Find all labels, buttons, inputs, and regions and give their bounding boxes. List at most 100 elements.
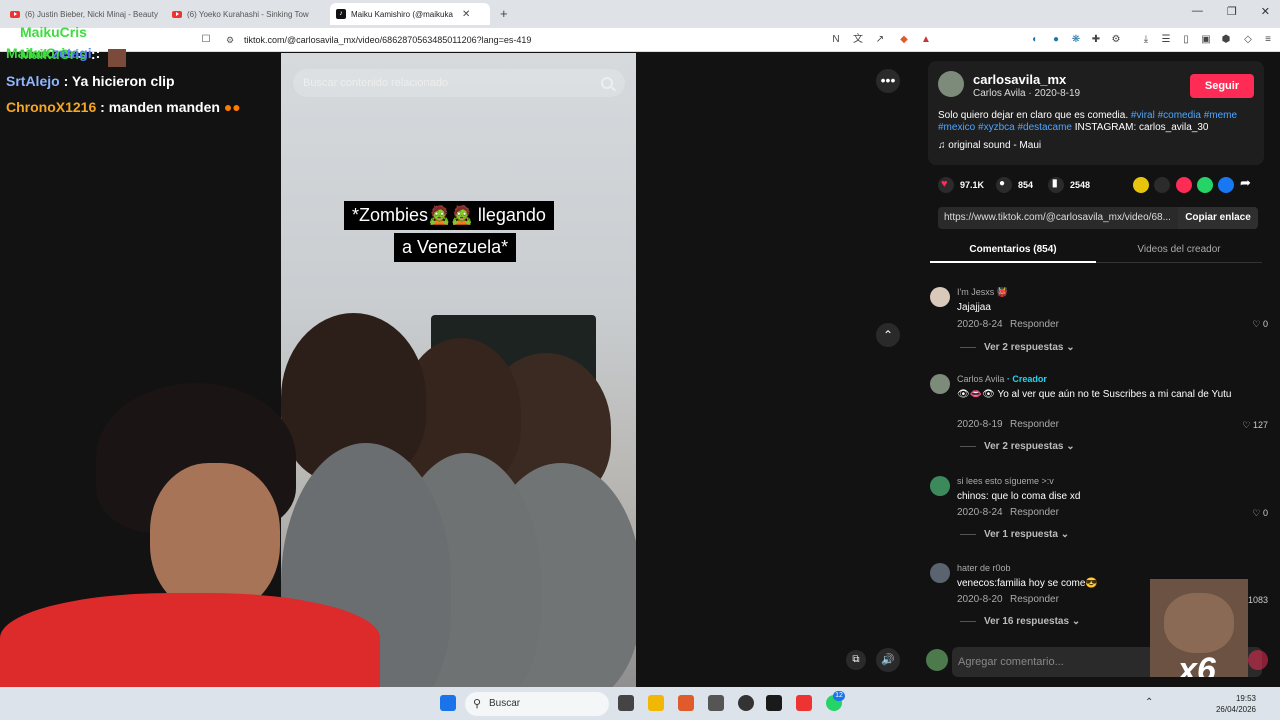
- volume-icon[interactable]: 🔊: [876, 648, 900, 672]
- extension-audio-icon[interactable]: ◖: [1028, 34, 1040, 46]
- whatsapp-icon[interactable]: [1197, 177, 1213, 193]
- bookmark-icon[interactable]: ▮: [1048, 177, 1064, 193]
- comment-text: Jajajjaa: [957, 302, 991, 313]
- menu-icon[interactable]: ≡: [1262, 34, 1274, 46]
- brave-browser-icon[interactable]: [678, 695, 694, 711]
- extension-icon[interactable]: ●: [1050, 34, 1062, 46]
- comment-stat[interactable]: ● 854: [996, 177, 1033, 193]
- taskbar: ⚲ Buscar 12 ⌃ 19:53 26/04/2026: [0, 687, 1280, 720]
- reply-button[interactable]: Responder: [1010, 507, 1059, 518]
- windows-start-icon[interactable]: [440, 695, 456, 711]
- file-explorer-icon[interactable]: [648, 695, 664, 711]
- comment-date: 2020-8-24: [957, 507, 1003, 518]
- avatar[interactable]: [930, 287, 950, 307]
- avatar[interactable]: [930, 374, 950, 394]
- comment-icon[interactable]: ●: [996, 177, 1012, 193]
- wallet-icon[interactable]: ▣: [1200, 34, 1212, 46]
- avatar[interactable]: [930, 476, 950, 496]
- view-replies-button[interactable]: Ver 1 respuesta ⌄: [960, 529, 1069, 540]
- close-icon[interactable]: ✕: [462, 9, 470, 20]
- url-field[interactable]: ⚙ tiktok.com/@carlosavila_mx/video/68628…: [220, 32, 820, 48]
- download-icon[interactable]: ⤓: [1140, 34, 1152, 46]
- system-clock[interactable]: 19:53 26/04/2026: [1216, 693, 1256, 715]
- comment-user[interactable]: si lees esto sígueme >:v: [957, 476, 1054, 486]
- translate-off-icon[interactable]: N: [830, 34, 842, 46]
- embed-icon[interactable]: [1154, 177, 1170, 193]
- tab-maiku-kamishiro[interactable]: ♪ Maiku Kamishiro (@maikuka ✕: [330, 3, 490, 25]
- send-icon[interactable]: [1248, 650, 1268, 670]
- author-card: carlosavila_mx Carlos Avila · 2020-8-19 …: [928, 61, 1264, 165]
- reply-button[interactable]: Responder: [1010, 319, 1059, 330]
- obs-icon[interactable]: [738, 695, 754, 711]
- comment-likes[interactable]: ♡ 0: [1252, 508, 1268, 519]
- minimize-icon[interactable]: —: [1192, 5, 1203, 18]
- chevron-up-icon[interactable]: ⌃: [1145, 697, 1153, 708]
- avatar[interactable]: [938, 71, 964, 97]
- follow-button[interactable]: Seguir: [1190, 74, 1254, 98]
- site-info-icon[interactable]: ⚙: [226, 32, 234, 48]
- brave-rewards-icon[interactable]: ▲: [920, 34, 932, 46]
- meme-face: [1164, 593, 1234, 653]
- taskbar-search[interactable]: ⚲ Buscar: [465, 692, 609, 716]
- comment-user[interactable]: I'm Jesxs 👹: [957, 287, 1008, 298]
- related-search-input[interactable]: Buscar contenido relacionado: [293, 69, 625, 97]
- acrobat-icon[interactable]: [796, 695, 812, 711]
- tab-yoeko-kurahashi[interactable]: (6) Yoeko Kurahashi - Sinking Tow: [166, 3, 326, 25]
- heart-icon[interactable]: ♥: [938, 177, 954, 193]
- video-player[interactable]: Buscar contenido relacionado *Zombies🧟🧟 …: [281, 53, 636, 687]
- comment-user[interactable]: hater de r0ob: [957, 563, 1011, 573]
- heart-outline-icon[interactable]: ♡: [1252, 508, 1260, 518]
- streamer-shirt: [0, 593, 380, 693]
- share-icon[interactable]: ↗: [874, 34, 886, 46]
- comment-likes[interactable]: 1083: [1248, 595, 1268, 605]
- avatar[interactable]: [930, 563, 950, 583]
- reply-button[interactable]: Responder: [1010, 419, 1059, 430]
- share-arrow-icon[interactable]: ➦: [1240, 175, 1251, 191]
- copy-link-button[interactable]: Copiar enlace: [1178, 207, 1258, 229]
- meme-multiplier: x6: [1178, 651, 1216, 677]
- send-icon[interactable]: [1176, 177, 1192, 193]
- sidebar-icon[interactable]: ▯: [1180, 34, 1192, 46]
- tab-justin-bieber[interactable]: (6) Justin Bieber, Nicki Minaj - Beauty: [4, 3, 162, 25]
- comment-user[interactable]: Carlos Avila · Creador: [957, 374, 1047, 384]
- tab-creator-videos[interactable]: Videos del creador: [1096, 237, 1262, 263]
- app-icon[interactable]: [708, 695, 724, 711]
- bookmarks-icon[interactable]: ☰: [1160, 34, 1172, 46]
- bookmark-icon[interactable]: ☐: [200, 34, 212, 46]
- terminal-icon[interactable]: [766, 695, 782, 711]
- maximize-icon[interactable]: ❐: [1227, 5, 1237, 18]
- search-icon[interactable]: [601, 77, 613, 89]
- new-tab-button[interactable]: +: [500, 6, 508, 21]
- brave-shield-icon[interactable]: ◆: [898, 34, 910, 46]
- chevron-up-icon[interactable]: ⌃: [876, 323, 900, 347]
- heart-outline-icon[interactable]: ♡: [1242, 420, 1250, 430]
- translate-icon[interactable]: 文: [852, 34, 864, 46]
- picture-in-picture-icon[interactable]: ⧉: [846, 650, 866, 670]
- shield-icon[interactable]: ◇: [1242, 34, 1254, 46]
- comment-likes[interactable]: ♡ 127: [1242, 420, 1268, 431]
- like-stat[interactable]: ♥ 97.1K: [938, 177, 984, 193]
- browser-tab-bar: (6) Justin Bieber, Nicki Minaj - Beauty …: [0, 0, 1280, 28]
- sound-name: original sound - Maui: [948, 140, 1042, 151]
- sound-row[interactable]: ♫ original sound - Maui: [938, 140, 1041, 151]
- extension-icon[interactable]: ❋: [1070, 34, 1082, 46]
- view-replies-button[interactable]: Ver 16 respuestas ⌄: [960, 616, 1080, 627]
- heart-outline-icon[interactable]: ♡: [1252, 319, 1260, 329]
- share-link-url[interactable]: https://www.tiktok.com/@carlosavila_mx/v…: [944, 212, 1171, 223]
- close-window-icon[interactable]: ✕: [1261, 5, 1270, 18]
- save-stat[interactable]: ▮ 2548: [1048, 177, 1090, 193]
- comment-likes[interactable]: ♡ 0: [1252, 319, 1268, 330]
- reply-button[interactable]: Responder: [1010, 594, 1059, 605]
- chat-text: manden manden: [108, 99, 220, 115]
- view-replies-button[interactable]: Ver 2 respuestas ⌄: [960, 441, 1075, 452]
- more-options-icon[interactable]: •••: [876, 69, 900, 93]
- settings-icon[interactable]: ⚙: [1110, 34, 1122, 46]
- tab-comments[interactable]: Comentarios (854): [930, 237, 1096, 263]
- extensions-icon[interactable]: ✚: [1090, 34, 1102, 46]
- facebook-icon[interactable]: [1218, 177, 1234, 193]
- view-replies-button[interactable]: Ver 2 respuestas ⌄: [960, 342, 1075, 353]
- coin-icon[interactable]: [1133, 177, 1149, 193]
- task-view-icon[interactable]: [618, 695, 634, 711]
- author-username[interactable]: carlosavila_mx: [973, 72, 1066, 87]
- vpn-icon[interactable]: ⬢: [1220, 34, 1232, 46]
